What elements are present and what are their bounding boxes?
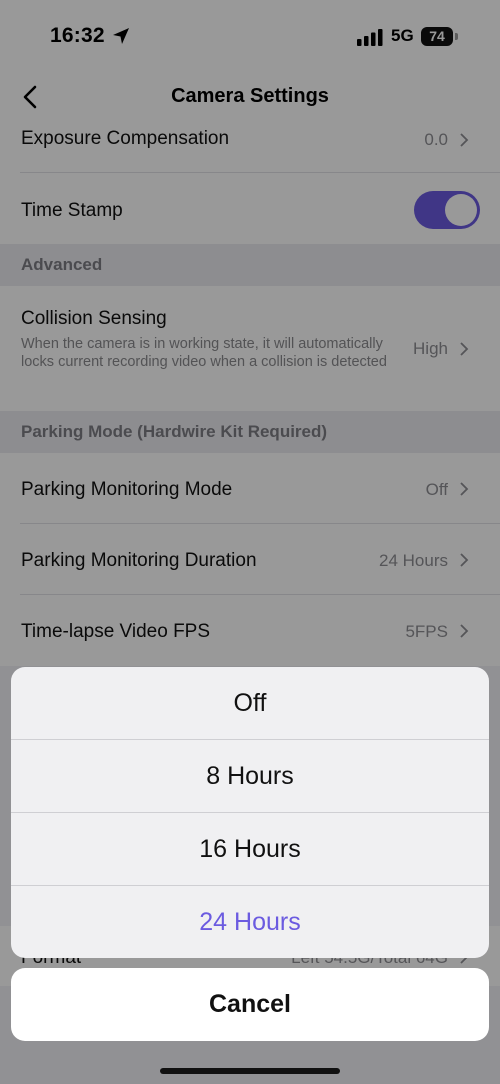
sheet-option-off[interactable]: Off	[11, 667, 489, 740]
cancel-button[interactable]: Cancel	[11, 968, 489, 1041]
sheet-option-8-hours[interactable]: 8 Hours	[11, 740, 489, 813]
duration-action-sheet: Off 8 Hours 16 Hours 24 Hours	[11, 667, 489, 958]
sheet-option-24-hours[interactable]: 24 Hours	[11, 886, 489, 958]
sheet-option-16-hours[interactable]: 16 Hours	[11, 813, 489, 886]
home-indicator	[160, 1068, 340, 1074]
